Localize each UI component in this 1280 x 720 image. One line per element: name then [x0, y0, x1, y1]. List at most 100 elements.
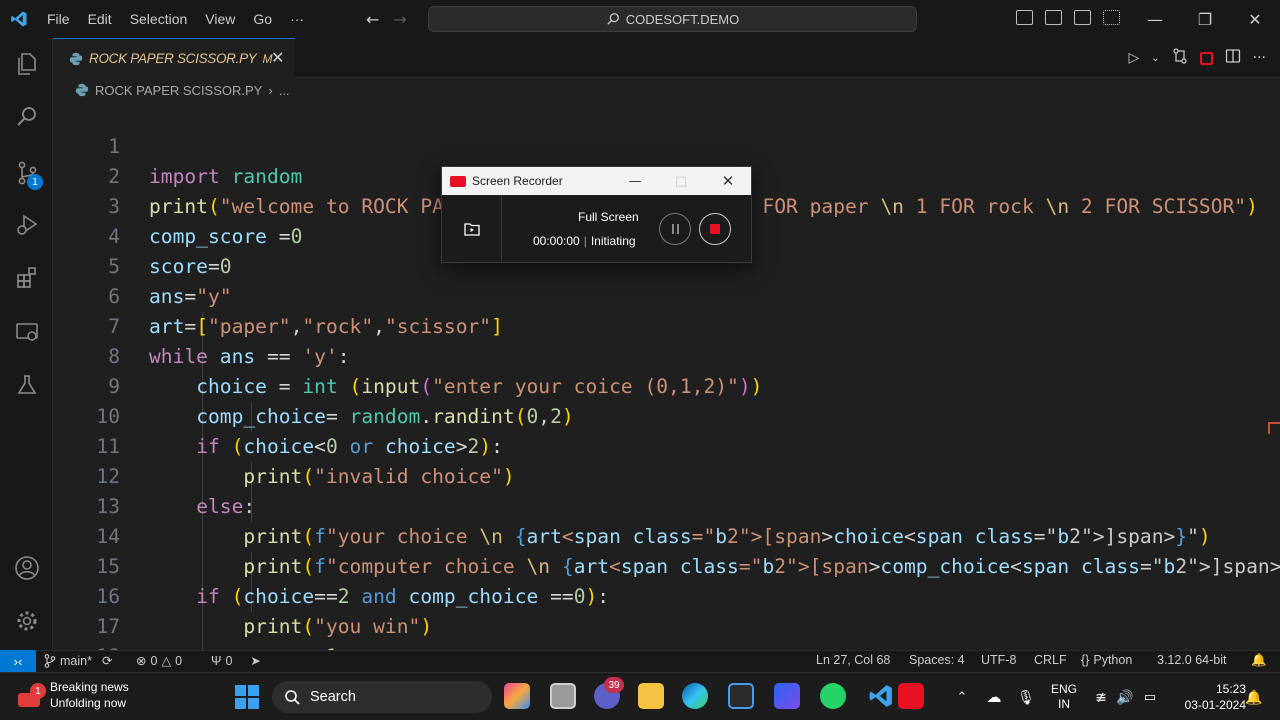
ports-icon: Ψ	[211, 653, 222, 668]
whatsapp-icon[interactable]	[820, 683, 846, 709]
customize-layout-icon[interactable]	[1103, 10, 1120, 25]
copilot-icon[interactable]	[504, 683, 530, 709]
back-arrow-icon[interactable]: ←	[366, 10, 379, 29]
source-control-badge: 1	[27, 174, 43, 190]
stop-button[interactable]	[699, 213, 731, 245]
line-number: 18	[53, 642, 120, 650]
menu-bar: File Edit Selection View Go ···	[38, 0, 313, 38]
run-python-file-icon[interactable]: ▷	[1128, 50, 1139, 66]
branch-name: main*	[60, 653, 92, 668]
search-icon	[607, 13, 619, 25]
accounts-icon[interactable]	[0, 546, 53, 590]
ports-indicator[interactable]: Ψ 0 ➤	[211, 653, 261, 669]
menu-selection[interactable]: Selection	[121, 11, 197, 27]
warning-icon: △	[161, 654, 172, 668]
recorder-maximize-icon: □	[674, 173, 688, 189]
close-tab-icon[interactable]: ✕	[271, 48, 284, 67]
extensions-icon[interactable]	[0, 256, 53, 300]
vscode-taskbar-icon[interactable]	[868, 683, 894, 709]
microsoft-store-icon[interactable]	[728, 683, 754, 709]
activity-bar: 1	[0, 38, 53, 650]
clipchamp-icon[interactable]	[774, 683, 800, 709]
minimize-icon[interactable]: —	[1130, 0, 1180, 38]
open-changes-icon[interactable]	[1172, 48, 1188, 68]
input-language[interactable]: ENG IN	[1044, 673, 1084, 720]
language-region: IN	[1058, 697, 1070, 711]
file-explorer-icon[interactable]	[638, 683, 664, 709]
breadcrumb-symbols[interactable]: ...	[279, 83, 290, 98]
code-line: 12 else:	[53, 432, 1280, 518]
close-window-icon[interactable]: ✕	[1230, 0, 1280, 38]
manage-gear-icon[interactable]	[0, 599, 53, 643]
recorder-close-icon[interactable]: ✕	[705, 167, 751, 195]
show-hidden-icons-chevron-icon[interactable]: ⌃	[950, 673, 974, 720]
language-mode[interactable]: {} Python	[1081, 653, 1132, 667]
indentation[interactable]: Spaces: 4	[909, 653, 965, 667]
live-share-icon[interactable]: ➤	[250, 653, 260, 668]
testing-icon[interactable]	[0, 363, 53, 407]
recording-status: Initiating	[590, 234, 636, 248]
branch-indicator[interactable]: main* ⟳	[44, 653, 112, 668]
more-actions-icon[interactable]: ···	[1253, 50, 1266, 66]
forward-arrow-icon[interactable]: →	[393, 10, 406, 29]
code-line: 17 score+=1	[53, 582, 1280, 650]
encoding[interactable]: UTF-8	[981, 653, 1016, 667]
taskbar-search[interactable]: Search	[272, 681, 492, 713]
battery-icon[interactable]: ▭	[1140, 673, 1160, 720]
screen-recorder-window: Screen Recorder — □ ✕ Full Screen 00:00:…	[441, 166, 752, 263]
run-debug-icon[interactable]	[0, 203, 53, 247]
windows-start-icon[interactable]	[235, 685, 259, 709]
end-of-line[interactable]: CRLF	[1034, 653, 1067, 667]
git-branch-icon	[44, 653, 56, 668]
clock[interactable]: 15:23 03-01-2024	[1168, 673, 1246, 720]
cursor-position[interactable]: Ln 27, Col 68	[816, 653, 890, 667]
onedrive-cloud-icon[interactable]: ☁	[982, 673, 1006, 720]
code-line: 7 while ans == 'y':	[53, 282, 1280, 368]
search-icon[interactable]	[0, 95, 53, 139]
menu-edit[interactable]: Edit	[79, 11, 121, 27]
toggle-panel-icon[interactable]	[1045, 10, 1062, 25]
recorder-minimize-icon[interactable]: —	[612, 167, 658, 195]
toggle-secondary-sidebar-icon[interactable]	[1074, 10, 1091, 25]
notifications-bell-icon[interactable]: 🔔	[1251, 653, 1267, 668]
sync-icon[interactable]: ⟳	[102, 653, 112, 668]
timer-separator: |	[583, 234, 587, 248]
screen-recorder-taskbar-icon[interactable]	[898, 683, 924, 709]
breadcrumb-chevron-icon: ›	[268, 82, 273, 98]
code-line: 16 print("you win")	[53, 552, 1280, 638]
code-line: 9 comp_choice= random.randint(0,2)	[53, 342, 1280, 428]
python-interpreter[interactable]: 3.12.0 64-bit	[1157, 653, 1227, 667]
wifi-icon[interactable]: ≇	[1092, 673, 1110, 720]
microphone-icon[interactable]: 🎙	[1014, 673, 1038, 720]
code-line: 14 print(f"computer choice \n {art<span …	[53, 492, 1280, 578]
remote-indicator-icon[interactable]: ›‹	[0, 650, 36, 672]
open-recordings-folder-button[interactable]	[442, 195, 502, 263]
command-center-search[interactable]: CODESOFT.DEMO	[428, 6, 917, 32]
stop-recording-icon[interactable]	[1199, 51, 1213, 65]
explorer-icon[interactable]	[0, 42, 53, 86]
status-bar: ›‹ main* ⟳ ⊗ 0 △ 0 Ψ 0 ➤ Ln 27, Col 68 S…	[0, 650, 1280, 672]
news-widget[interactable]: 1 Breaking news Unfolding now	[16, 679, 129, 711]
notification-bell-icon[interactable]: 🔔	[1244, 673, 1264, 720]
teams-chat-icon[interactable]: 39	[594, 677, 624, 709]
breadcrumb-file[interactable]: ROCK PAPER SCISSOR.PY	[95, 83, 262, 98]
menu-view[interactable]: View	[196, 11, 244, 27]
task-view-icon[interactable]	[550, 683, 576, 709]
run-dropdown-chevron-icon[interactable]: ⌄	[1151, 53, 1159, 64]
source-control-icon[interactable]: 1	[0, 151, 53, 195]
pause-button[interactable]	[659, 213, 691, 245]
remote-explorer-icon[interactable]	[0, 310, 53, 354]
search-icon	[285, 690, 300, 705]
problems-indicator[interactable]: ⊗ 0 △ 0	[136, 653, 182, 669]
menu-more[interactable]: ···	[281, 11, 313, 27]
scrollbar-change-marker	[1268, 422, 1280, 434]
menu-go[interactable]: Go	[244, 11, 281, 27]
menu-file[interactable]: File	[38, 11, 79, 27]
restore-icon[interactable]: ❐	[1180, 0, 1230, 38]
edge-browser-icon[interactable]	[682, 683, 708, 709]
toggle-primary-sidebar-icon[interactable]	[1016, 10, 1033, 25]
split-editor-icon[interactable]	[1225, 48, 1241, 68]
tab-rock-paper-scissor[interactable]: ROCK PAPER SCISSOR.PY M ✕	[53, 38, 295, 78]
language-code: ENG	[1050, 682, 1077, 696]
volume-icon[interactable]: 🔊	[1116, 673, 1134, 720]
